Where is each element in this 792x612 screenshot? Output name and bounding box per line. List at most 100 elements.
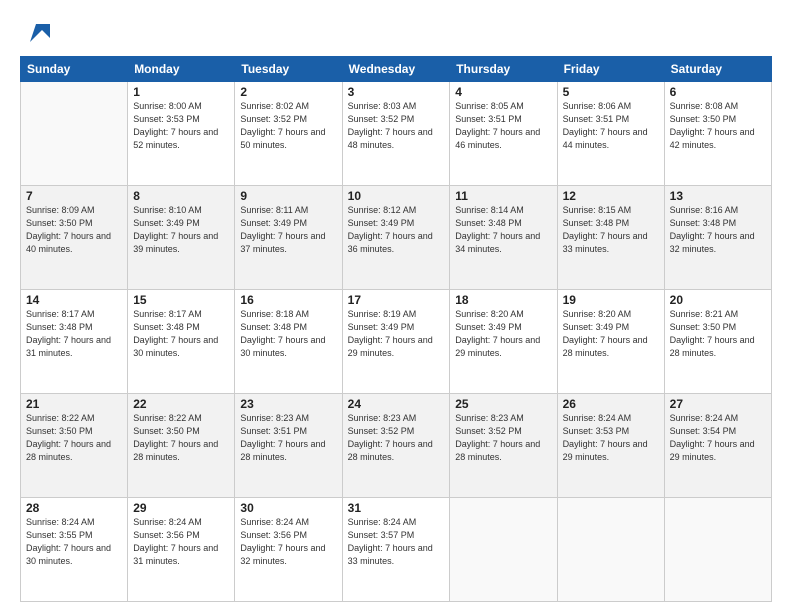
daylight-label: Daylight: 7 hours and 31 minutes. [133, 543, 218, 566]
day-info: Sunrise: 8:23 AMSunset: 3:51 PMDaylight:… [240, 412, 336, 464]
sunset-label: Sunset: 3:53 PM [133, 114, 200, 124]
sunset-label: Sunset: 3:51 PM [563, 114, 630, 124]
daylight-label: Daylight: 7 hours and 39 minutes. [133, 231, 218, 254]
daylight-label: Daylight: 7 hours and 44 minutes. [563, 127, 648, 150]
daylight-label: Daylight: 7 hours and 28 minutes. [455, 439, 540, 462]
day-number: 16 [240, 293, 336, 307]
day-info: Sunrise: 8:12 AMSunset: 3:49 PMDaylight:… [348, 204, 445, 256]
sunrise-label: Sunrise: 8:23 AM [455, 413, 524, 423]
calendar-day-cell: 16Sunrise: 8:18 AMSunset: 3:48 PMDayligh… [235, 290, 342, 394]
sunrise-label: Sunrise: 8:24 AM [26, 517, 95, 527]
day-number: 3 [348, 85, 445, 99]
sunset-label: Sunset: 3:49 PM [348, 322, 415, 332]
day-number: 25 [455, 397, 551, 411]
calendar-day-cell: 13Sunrise: 8:16 AMSunset: 3:48 PMDayligh… [664, 186, 771, 290]
sunrise-label: Sunrise: 8:24 AM [348, 517, 417, 527]
calendar-day-cell: 29 Sunrise: 8:24 AM Sunset: 3:56 PM Dayligh… [128, 498, 235, 602]
sunrise-label: Sunrise: 8:17 AM [133, 309, 202, 319]
calendar-day-cell: 31Sunrise: 8:24 AMSunset: 3:57 PMDayligh… [342, 498, 450, 602]
sunset-label: Sunset: 3:48 PM [455, 218, 522, 228]
page: SundayMondayTuesdayWednesdayThursdayFrid… [0, 0, 792, 612]
day-info: Sunrise: 8:05 AMSunset: 3:51 PMDaylight:… [455, 100, 551, 152]
daylight-label: Daylight: 7 hours and 33 minutes. [348, 543, 433, 566]
daylight-label: Daylight: 7 hours and 29 minutes. [455, 335, 540, 358]
day-info: Sunrise: 8:16 AMSunset: 3:48 PMDaylight:… [670, 204, 766, 256]
day-number: 14 [26, 293, 122, 307]
sunset-label: Sunset: 3:49 PM [455, 322, 522, 332]
calendar-table: SundayMondayTuesdayWednesdayThursdayFrid… [20, 56, 772, 602]
sunrise-label: Sunrise: 8:09 AM [26, 205, 95, 215]
sunrise-label: Sunrise: 8:00 AM [133, 101, 202, 111]
calendar-day-cell: 8Sunrise: 8:10 AMSunset: 3:49 PMDaylight… [128, 186, 235, 290]
daylight-label: Daylight: 7 hours and 31 minutes. [26, 335, 111, 358]
calendar-day-cell: 28Sunrise: 8:24 AMSunset: 3:55 PMDayligh… [21, 498, 128, 602]
sunrise-label: Sunrise: 8:14 AM [455, 205, 524, 215]
day-number: 21 [26, 397, 122, 411]
daylight-label: Daylight: 7 hours and 46 minutes. [455, 127, 540, 150]
sunset-label: Sunset: 3:48 PM [26, 322, 93, 332]
daylight-label: Daylight: 7 hours and 28 minutes. [670, 335, 755, 358]
day-number: 27 [670, 397, 766, 411]
day-number: 26 [563, 397, 659, 411]
header [20, 16, 772, 48]
sunrise-label: Sunrise: 8:12 AM [348, 205, 417, 215]
sunset-label: Sunset: 3:52 PM [455, 426, 522, 436]
sunset-label: Sunset: 3:50 PM [133, 426, 200, 436]
day-info: Sunrise: 8:24 AMSunset: 3:56 PMDaylight:… [240, 516, 336, 568]
sunrise-label: Sunrise: 8:06 AM [563, 101, 632, 111]
daylight-label: Daylight: 7 hours and 29 minutes. [670, 439, 755, 462]
day-number: 30 [240, 501, 336, 515]
day-info: Sunrise: 8:17 AMSunset: 3:48 PMDaylight:… [26, 308, 122, 360]
calendar-day-cell [21, 82, 128, 186]
day-number: 18 [455, 293, 551, 307]
day-number: 4 [455, 85, 551, 99]
daylight-label: Daylight: 7 hours and 32 minutes. [670, 231, 755, 254]
day-number: 8 [133, 189, 229, 203]
day-number: 2 [240, 85, 336, 99]
sunrise-label: Sunrise: 8:16 AM [670, 205, 739, 215]
calendar-day-cell: 12Sunrise: 8:15 AMSunset: 3:48 PMDayligh… [557, 186, 664, 290]
weekday-header-cell: Sunday [21, 57, 128, 82]
daylight-label: Daylight: 7 hours and 28 minutes. [133, 439, 218, 462]
day-info: Sunrise: 8:21 AMSunset: 3:50 PMDaylight:… [670, 308, 766, 360]
sunset-label: Sunset: 3:49 PM [348, 218, 415, 228]
sunrise-label: Sunrise: 8:21 AM [670, 309, 739, 319]
sunrise-label: Sunrise: 8:05 AM [455, 101, 524, 111]
calendar-week-row: 21 Sunrise: 8:22 AM Sunset: 3:50 PM Dayligh… [21, 394, 772, 498]
day-info: Sunrise: 8:24 AMSunset: 3:55 PMDaylight:… [26, 516, 122, 568]
calendar-day-cell: 2Sunrise: 8:02 AMSunset: 3:52 PMDaylight… [235, 82, 342, 186]
sunset-label: Sunset: 3:52 PM [348, 426, 415, 436]
sunrise-label: Sunrise: 8:24 AM [133, 517, 202, 527]
daylight-label: Daylight: 7 hours and 52 minutes. [133, 127, 218, 150]
sunset-label: Sunset: 3:49 PM [563, 322, 630, 332]
calendar-day-cell: 14Sunrise: 8:17 AMSunset: 3:48 PMDayligh… [21, 290, 128, 394]
day-number: 24 [348, 397, 445, 411]
day-number: 22 [133, 397, 229, 411]
calendar-day-cell: 20Sunrise: 8:21 AMSunset: 3:50 PMDayligh… [664, 290, 771, 394]
logo [20, 20, 50, 48]
day-number: 29 [133, 501, 229, 515]
day-info: Sunrise: 8:00 AM Sunset: 3:53 PM Daylight:… [133, 100, 229, 152]
sunset-label: Sunset: 3:56 PM [133, 530, 200, 540]
day-number: 1 [133, 85, 229, 99]
daylight-label: Daylight: 7 hours and 28 minutes. [26, 439, 111, 462]
day-info: Sunrise: 8:20 AMSunset: 3:49 PMDaylight:… [455, 308, 551, 360]
calendar-day-cell: 26Sunrise: 8:24 AMSunset: 3:53 PMDayligh… [557, 394, 664, 498]
sunrise-label: Sunrise: 8:15 AM [563, 205, 632, 215]
sunset-label: Sunset: 3:53 PM [563, 426, 630, 436]
calendar-day-cell: 5Sunrise: 8:06 AMSunset: 3:51 PMDaylight… [557, 82, 664, 186]
day-info: Sunrise: 8:11 AMSunset: 3:49 PMDaylight:… [240, 204, 336, 256]
calendar-week-row: 1 Sunrise: 8:00 AM Sunset: 3:53 PM Daylight… [21, 82, 772, 186]
sunrise-label: Sunrise: 8:22 AM [26, 413, 95, 423]
daylight-label: Daylight: 7 hours and 30 minutes. [240, 335, 325, 358]
calendar-day-cell: 19Sunrise: 8:20 AMSunset: 3:49 PMDayligh… [557, 290, 664, 394]
day-info: Sunrise: 8:20 AMSunset: 3:49 PMDaylight:… [563, 308, 659, 360]
sunset-label: Sunset: 3:48 PM [563, 218, 630, 228]
sunrise-label: Sunrise: 8:20 AM [563, 309, 632, 319]
day-info: Sunrise: 8:19 AMSunset: 3:49 PMDaylight:… [348, 308, 445, 360]
calendar-day-cell: 17Sunrise: 8:19 AMSunset: 3:49 PMDayligh… [342, 290, 450, 394]
sunrise-label: Sunrise: 8:11 AM [240, 205, 308, 215]
calendar-day-cell: 3Sunrise: 8:03 AMSunset: 3:52 PMDaylight… [342, 82, 450, 186]
sunrise-label: Sunrise: 8:24 AM [240, 517, 309, 527]
sunrise-label: Sunrise: 8:02 AM [240, 101, 309, 111]
